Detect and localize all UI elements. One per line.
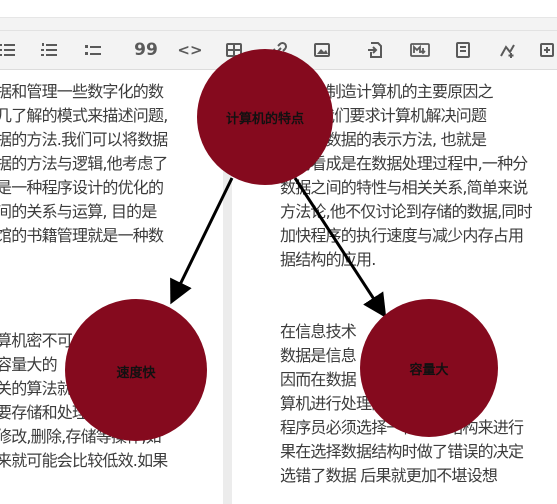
right-preview-pane: 设计和制造计算机的主要原因之 息. 当我们要求计算机解决问题 结构是数据的表示方… xyxy=(232,70,557,504)
text-line: 选错了数据 后果就更加不堪设想 xyxy=(280,466,498,485)
table-icon[interactable] xyxy=(221,37,247,63)
text-line: 数据之间的特性与相关关系,简单来说 xyxy=(280,178,528,197)
text-line: 据的方法与逻辑,他考虑了 xyxy=(0,154,168,173)
link-icon[interactable] xyxy=(266,37,292,63)
text-line: 据的方法.我们可以将数据 xyxy=(0,130,168,149)
text-line: 要存储和处理的数据, xyxy=(0,403,138,422)
left-paragraph-1: 据和管理一些数字化的数 几了解的模式来描述问题, 据的方法.我们可以将数据 据的… xyxy=(0,80,168,248)
text-line: 结构是数据的表示方法, 也就是 xyxy=(280,130,487,149)
text-line: 息. 当我们要求计算机解决问题 xyxy=(280,106,487,125)
text-line: 间的关系与运算, 目的是 xyxy=(0,202,157,221)
text-line: 程序员必须选择一种数据结构来进行 xyxy=(280,418,524,437)
ordered-list-icon[interactable] xyxy=(36,37,62,63)
code-icon[interactable]: <> xyxy=(177,37,203,63)
image-icon[interactable] xyxy=(309,37,335,63)
markdown-export-icon[interactable] xyxy=(406,37,432,63)
mindmap-node-left-label: 速度快 xyxy=(116,366,156,381)
unordered-list-icon[interactable] xyxy=(0,37,20,63)
mindmap-node-right-label: 容量大 xyxy=(409,363,449,378)
quote-icon[interactable]: 99 xyxy=(133,37,159,63)
right-paragraph-2: 在信息技术 数据是信息 因而在数据 算机进行处理的逻辑,在进行 程序员必须选择一… xyxy=(280,320,524,488)
text-line: 来就可能会比较低效.如果 xyxy=(0,451,168,470)
import-icon[interactable] xyxy=(362,37,388,63)
text-line: 加快程序的执行速度与减少内存占用 xyxy=(280,226,524,245)
text-line: 在信息技术 xyxy=(280,322,357,341)
text-line: 算机进行处理的逻辑,在进行 xyxy=(280,394,467,413)
text-line: 设计和制造计算机的主要原因之 xyxy=(280,82,494,101)
text-line: 结构看成是在数据处理过程中,一种分 xyxy=(280,154,528,173)
text-line: 算机密不可 xyxy=(0,331,73,350)
text-line: 馆的书籍管理就是一种数 xyxy=(0,226,164,245)
text-line: 果在选择数据结构时做了错误的决定 xyxy=(280,442,524,461)
mindmap-center-label: 计算机的特点 xyxy=(225,112,304,127)
title-area xyxy=(0,0,557,18)
text-line: 几了解的模式来描述问题, xyxy=(0,106,168,125)
text-line: 是一种程序设计的优化的 xyxy=(0,178,164,197)
left-paragraph-2: 算机密不可 容量大的 关的算法就 要存储和处理的数据, 修改,删除,存储等操作,… xyxy=(0,329,168,473)
pane-divider[interactable] xyxy=(223,70,232,504)
text-line: 方法论,他不仅讨论到存储的数据,同时 xyxy=(280,202,533,221)
editor-toolbar: 99 <> xyxy=(0,31,557,70)
left-editor-pane[interactable]: 据和管理一些数字化的数 几了解的模式来描述问题, 据的方法.我们可以将数据 据的… xyxy=(0,70,223,504)
more-icon[interactable] xyxy=(535,37,557,63)
text-line: 修改,删除,存储等操作,如 xyxy=(0,427,162,446)
preview-icon[interactable] xyxy=(450,37,476,63)
right-paragraph-1: 设计和制造计算机的主要原因之 息. 当我们要求计算机解决问题 结构是数据的表示方… xyxy=(280,80,533,272)
add-chart-icon[interactable] xyxy=(494,37,520,63)
text-line: 据结构的应用. xyxy=(280,250,376,269)
task-list-icon[interactable] xyxy=(80,37,106,63)
window-top-strip xyxy=(0,0,557,31)
text-line: 据和管理一些数字化的数 xyxy=(0,82,164,101)
